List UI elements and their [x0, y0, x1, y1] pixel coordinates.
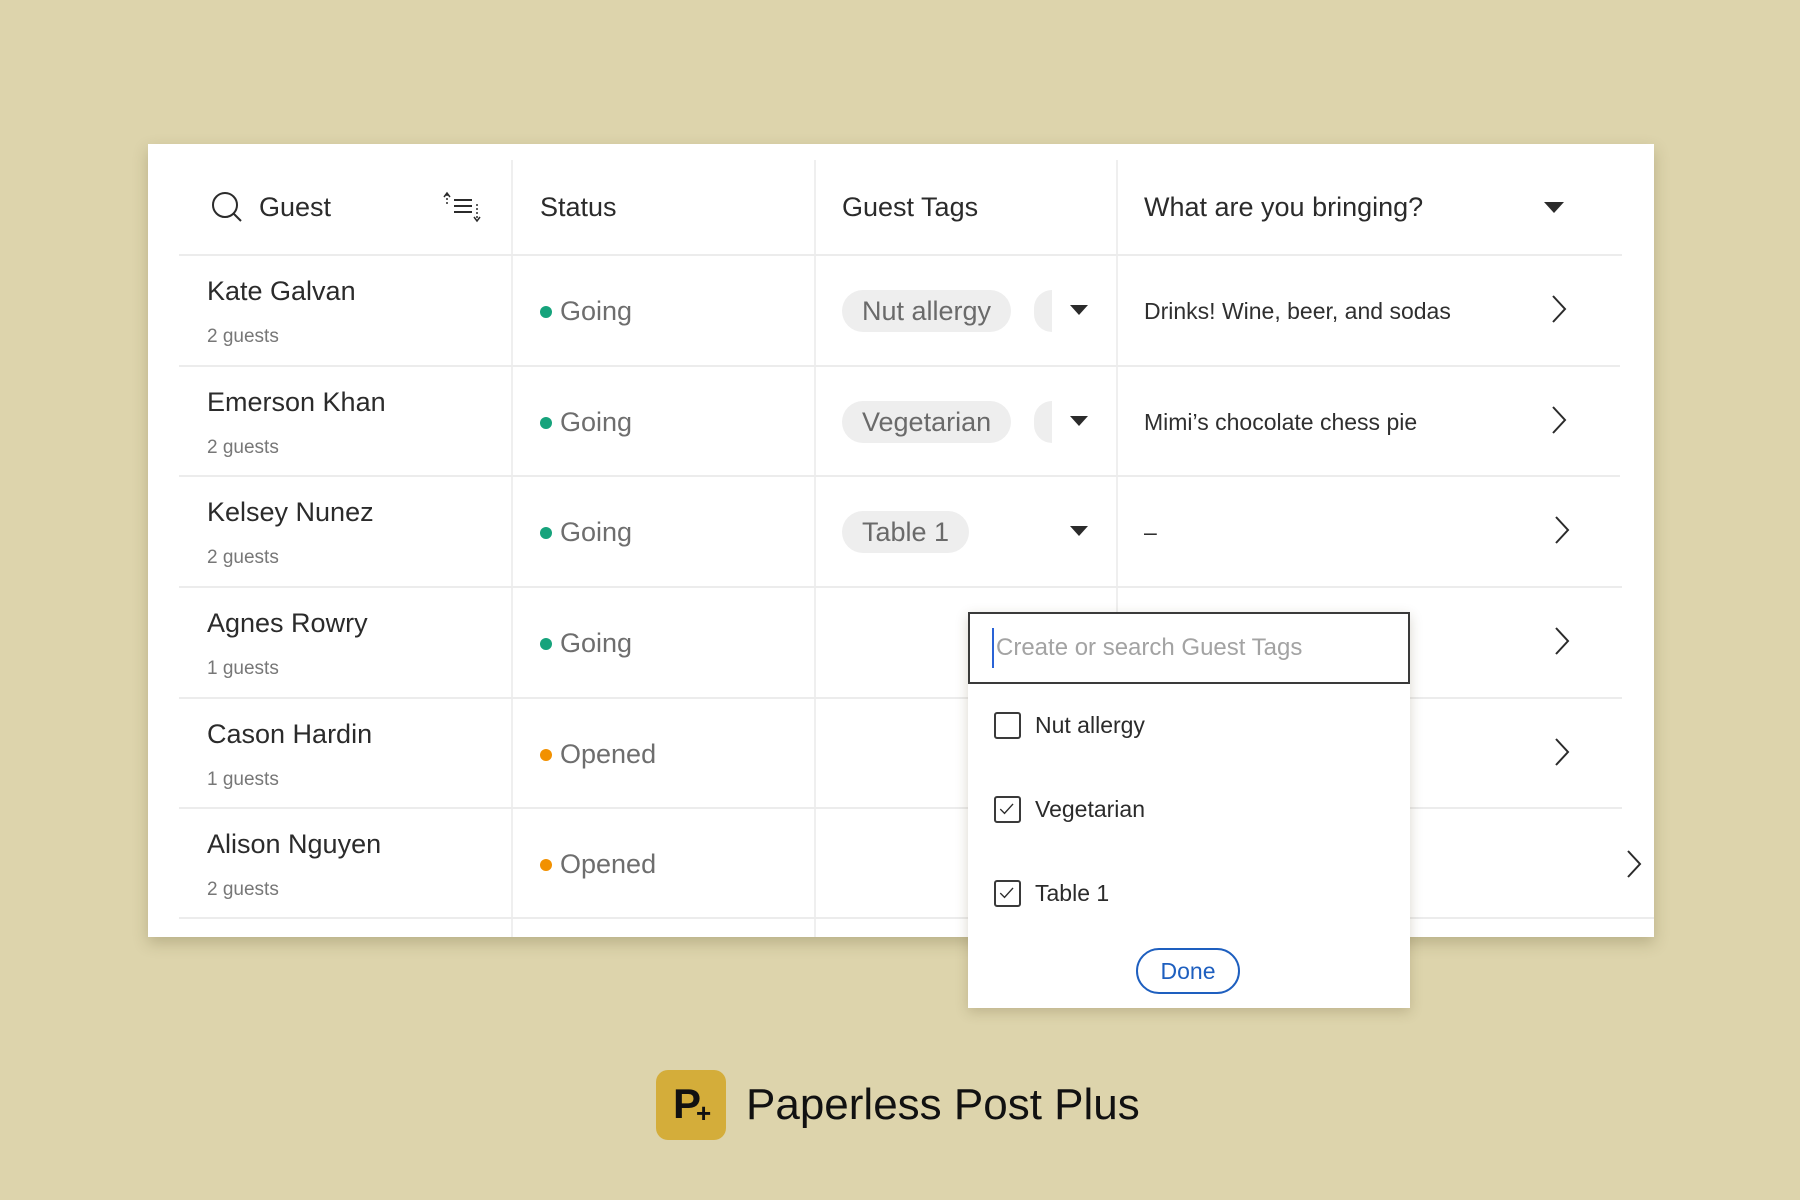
header-guest[interactable]: Guest [259, 192, 331, 223]
guest-count: 1 guests [207, 769, 279, 790]
brand-name: Paperless Post Plus [746, 1080, 1140, 1129]
tag-option-nut-allergy[interactable]: Nut allergy [994, 710, 1145, 740]
status-badge: Going [540, 296, 632, 327]
status-badge: Going [540, 407, 632, 438]
guest-count: 2 guests [207, 547, 279, 568]
sort-icon[interactable] [442, 190, 482, 224]
chevron-right-icon[interactable] [1554, 737, 1570, 767]
tag-option-label: Table 1 [1035, 879, 1110, 906]
guest-name[interactable]: Kate Galvan [207, 276, 356, 307]
guest-name[interactable]: Agnes Rowry [207, 608, 368, 639]
status-dot-icon [540, 637, 552, 650]
tag-option-label: Vegetarian [1035, 795, 1145, 822]
chevron-right-icon[interactable] [1554, 515, 1570, 545]
status-label: Going [560, 628, 633, 658]
logo-plus: + [696, 1098, 712, 1128]
search-icon[interactable] [210, 190, 244, 224]
status-label: Going [560, 517, 633, 547]
guest-table: Guest Status Guest Tags What are you bri… [148, 144, 1654, 937]
caret-down-icon[interactable] [1544, 202, 1564, 213]
table-row[interactable]: Agnes Rowry 1 guests Going [148, 588, 1654, 698]
tag-pill[interactable]: Vegetarian [842, 401, 1012, 443]
header-guest-tags[interactable]: Guest Tags [842, 192, 978, 223]
status-badge: Opened [540, 849, 656, 880]
status-badge: Going [540, 517, 632, 548]
status-label: Going [560, 407, 633, 437]
tag-option-table-1[interactable]: Table 1 [994, 878, 1109, 908]
done-button[interactable]: Done [1136, 948, 1240, 994]
checkmark-icon [999, 803, 1014, 814]
caret-down-icon[interactable] [1070, 526, 1088, 536]
checkbox-checked[interactable] [994, 879, 1021, 907]
checkbox-checked[interactable] [994, 795, 1021, 823]
guest-count: 1 guests [207, 658, 279, 679]
status-label: Going [560, 296, 633, 326]
answer-text: Drinks! Wine, beer, and sodas [1144, 298, 1451, 324]
guest-name[interactable]: Cason Hardin [207, 719, 372, 750]
guest-tags-popup: Nut allergy Vegetarian Table 1 Done [968, 612, 1410, 1008]
checkbox-unchecked[interactable] [994, 711, 1021, 739]
tag-pill[interactable]: Table 1 [842, 511, 970, 553]
tag-search-input[interactable] [992, 628, 1398, 668]
chevron-right-icon[interactable] [1554, 626, 1570, 656]
row-divider [179, 917, 1654, 919]
chevron-right-icon[interactable] [1626, 849, 1642, 879]
status-dot-icon [540, 305, 552, 318]
status-badge: Opened [540, 739, 656, 770]
brand-lockup: P + Paperless Post Plus [656, 1070, 1140, 1140]
guest-count: 2 guests [207, 879, 279, 900]
status-dot-icon [540, 858, 552, 871]
guest-name[interactable]: Kelsey Nunez [207, 497, 374, 528]
caret-down-icon[interactable] [1070, 416, 1088, 426]
tag-pill[interactable]: Nut allergy [842, 290, 1012, 332]
header-status[interactable]: Status [540, 192, 617, 223]
tag-option-label: Nut allergy [1035, 711, 1145, 738]
caret-down-icon[interactable] [1070, 305, 1088, 315]
table-row[interactable]: Kelsey Nunez 2 guests Going Table 1 – [148, 477, 1654, 587]
table-row[interactable]: Emerson Khan 2 guests Going Vegetarian M… [148, 367, 1654, 477]
status-badge: Going [540, 628, 632, 659]
status-label: Opened [560, 739, 657, 769]
tag-pill-overflow [1034, 290, 1052, 332]
guest-count: 2 guests [207, 326, 279, 347]
answer-text: Mimi’s chocolate chess pie [1144, 409, 1418, 435]
table-row[interactable]: Cason Hardin 1 guests Opened [148, 699, 1654, 809]
status-dot-icon [540, 748, 552, 761]
guest-name[interactable]: Emerson Khan [207, 387, 386, 418]
guest-name[interactable]: Alison Nguyen [207, 829, 381, 860]
status-dot-icon [540, 526, 552, 539]
checkmark-icon [999, 887, 1014, 898]
tag-search-field[interactable] [968, 612, 1410, 684]
table-row[interactable]: Alison Nguyen 2 guests Opened [148, 809, 1654, 919]
chevron-right-icon[interactable] [1551, 294, 1567, 324]
tag-option-vegetarian[interactable]: Vegetarian [994, 794, 1145, 824]
tag-pill-overflow [1034, 401, 1052, 443]
chevron-right-icon[interactable] [1551, 405, 1567, 435]
status-dot-icon [540, 416, 552, 429]
status-label: Opened [560, 849, 657, 879]
table-row[interactable]: Kate Galvan 2 guests Going Nut allergy D… [148, 256, 1654, 366]
brand-logo-icon: P + [656, 1070, 726, 1140]
header-question[interactable]: What are you bringing? [1144, 192, 1423, 223]
guest-count: 2 guests [207, 437, 279, 458]
answer-text: – [1144, 519, 1157, 545]
